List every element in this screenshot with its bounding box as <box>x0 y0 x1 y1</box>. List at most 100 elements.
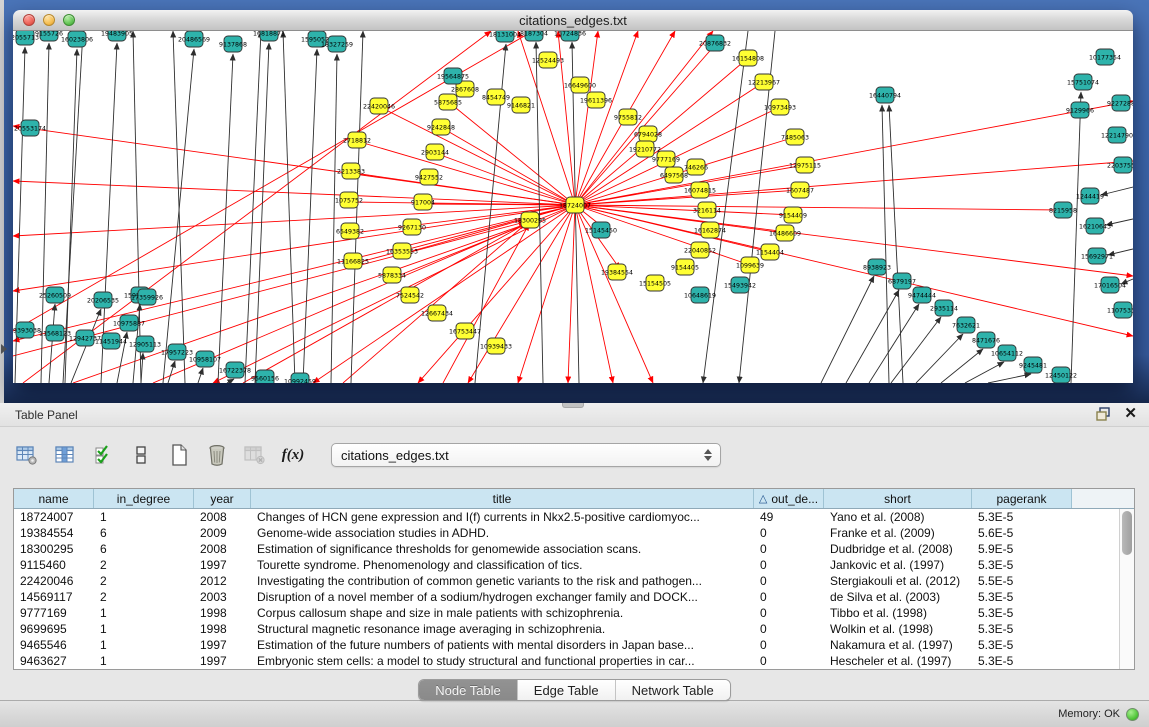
graph-node[interactable]: 12213967 <box>748 74 780 90</box>
graph-node[interactable]: 12667434 <box>421 305 453 321</box>
graph-edge[interactable] <box>218 54 233 383</box>
table-row[interactable]: 977716911998Corpus callosum shape and si… <box>14 605 1134 621</box>
graph-edge[interactable] <box>891 317 941 383</box>
graph-node[interactable]: 9155726 <box>35 31 63 41</box>
graph-node[interactable]: 917004 <box>411 194 435 210</box>
table-selector-combobox[interactable]: citations_edges.txt <box>331 443 721 467</box>
graph-node[interactable]: 7632621 <box>952 317 980 333</box>
graph-node[interactable]: 12450122 <box>1045 367 1077 383</box>
graph-node[interactable]: 11166825 <box>337 253 369 269</box>
graph-node[interactable]: 17016504 <box>1094 277 1126 293</box>
graph-node[interactable]: 20206535 <box>87 292 119 308</box>
graph-node[interactable]: 22420046 <box>363 98 395 114</box>
network-view-window[interactable]: citations_edges.txt 18724007183002951938… <box>13 10 1133 383</box>
column-header-title[interactable]: title <box>251 489 754 508</box>
graph-edge[interactable] <box>575 205 1063 210</box>
graph-node[interactable]: 10648619 <box>684 287 716 303</box>
graph-edge[interactable] <box>13 205 575 291</box>
graph-edge[interactable] <box>227 379 234 383</box>
graph-node[interactable]: 1244419 <box>1076 188 1104 204</box>
scrollbar-thumb[interactable] <box>1122 511 1132 555</box>
graph-edge[interactable] <box>255 43 269 383</box>
graph-node[interactable]: 9777169 <box>652 151 680 167</box>
network-canvas[interactable]: 1872400718300295193845542242004627188122… <box>13 31 1133 383</box>
graph-edge[interactable] <box>575 45 715 205</box>
graph-node[interactable]: 22037553 <box>1107 157 1133 173</box>
graph-edge[interactable] <box>575 31 598 205</box>
graph-edge[interactable] <box>889 105 903 383</box>
show-column-icon[interactable] <box>53 442 77 468</box>
graph-node[interactable]: 12975115 <box>789 157 821 173</box>
graph-node[interactable]: 2718812 <box>343 132 371 148</box>
graph-node[interactable]: 1154404 <box>756 244 784 260</box>
column-header-in_degree[interactable]: in_degree <box>94 489 194 508</box>
graph-node[interactable]: 15154505 <box>639 275 671 291</box>
graph-node[interactable]: 12214790 <box>1101 127 1133 143</box>
graph-node[interactable]: 8215958 <box>1049 202 1077 218</box>
graph-node[interactable]: 16023806 <box>61 31 93 47</box>
table-row[interactable]: 946362711997Embryonic stem cells: a mode… <box>14 653 1134 669</box>
graph-edge[interactable] <box>245 31 261 383</box>
graph-node[interactable]: 6549382 <box>336 223 364 239</box>
graph-node[interactable]: 16353553 <box>386 243 418 259</box>
graph-edge[interactable] <box>965 362 1004 383</box>
graph-edge[interactable] <box>13 205 575 341</box>
column-header-year[interactable]: year <box>194 489 251 508</box>
graph-edge[interactable] <box>243 223 527 383</box>
graph-edge[interactable] <box>141 353 143 383</box>
tab-node-table[interactable]: Node Table <box>419 680 518 700</box>
graph-node[interactable]: 6794028 <box>634 126 662 142</box>
graph-node[interactable]: 9146821 <box>507 97 535 113</box>
graph-node[interactable]: 9154409 <box>779 207 807 223</box>
graph-node[interactable]: 19611396 <box>580 92 612 108</box>
graph-node[interactable]: 16818871 <box>253 31 285 41</box>
graph-node[interactable]: 15493942 <box>724 277 756 293</box>
table-row[interactable]: 1830029562008Estimation of significance … <box>14 541 1134 557</box>
graph-edge[interactable] <box>343 222 528 383</box>
graph-node[interactable]: 20486569 <box>178 31 210 47</box>
graph-node[interactable]: 6879197 <box>888 273 916 289</box>
graph-node[interactable]: 3216114 <box>693 202 721 218</box>
graph-node[interactable]: 7485063 <box>781 129 809 145</box>
graph-edge[interactable] <box>101 43 117 383</box>
float-panel-icon[interactable] <box>1096 407 1112 421</box>
graph-edge[interactable] <box>518 205 575 383</box>
modify-table-icon[interactable] <box>15 442 39 468</box>
graph-node[interactable]: 8471676 <box>972 332 1000 348</box>
graph-node[interactable]: 19483905 <box>101 31 133 41</box>
graph-node[interactable]: 16440794 <box>869 87 901 103</box>
graph-node[interactable]: 12905113 <box>129 336 161 352</box>
graph-edge[interactable] <box>198 368 203 383</box>
table-row[interactable]: 946554611997Estimation of the future num… <box>14 637 1134 653</box>
graph-edge[interactable] <box>173 31 185 383</box>
graph-node[interactable]: 9137868 <box>219 36 247 52</box>
graph-node[interactable]: 15751074 <box>1067 74 1099 90</box>
row-height-icon[interactable] <box>129 442 153 468</box>
table-row[interactable]: 969969511998Structural magnetic resonanc… <box>14 621 1134 637</box>
graph-node[interactable]: 2213383 <box>337 163 365 179</box>
split-pane-handle[interactable] <box>562 403 584 408</box>
graph-node[interactable]: 19384554 <box>601 264 633 280</box>
graph-edge[interactable] <box>49 304 55 383</box>
new-document-icon[interactable] <box>167 442 191 468</box>
graph-edge[interactable] <box>444 129 575 205</box>
table-scrollbar[interactable] <box>1119 509 1134 669</box>
graph-edge[interactable] <box>213 205 575 383</box>
column-header-name[interactable]: name <box>14 489 94 508</box>
graph-node[interactable]: 15145450 <box>585 222 617 238</box>
graph-node[interactable]: 7524542 <box>396 287 424 303</box>
graph-edge[interactable] <box>869 304 919 383</box>
graph-node[interactable]: 20876832 <box>699 35 731 51</box>
delete-table-icon[interactable] <box>205 442 229 468</box>
tab-network-table[interactable]: Network Table <box>616 680 730 700</box>
graph-edge[interactable] <box>168 361 175 383</box>
graph-node[interactable]: 9227288 <box>1107 95 1133 111</box>
graph-node[interactable]: 9474444 <box>908 287 936 303</box>
graph-edge[interactable] <box>575 205 1133 276</box>
graph-node[interactable]: 9755812 <box>614 109 642 125</box>
graph-edge[interactable] <box>575 161 1133 205</box>
column-header-out_de[interactable]: △out_de... <box>754 489 824 508</box>
graph-node[interactable]: 20553174 <box>14 120 46 136</box>
tab-edge-table[interactable]: Edge Table <box>518 680 616 700</box>
graph-node[interactable]: 5878334 <box>378 267 406 283</box>
